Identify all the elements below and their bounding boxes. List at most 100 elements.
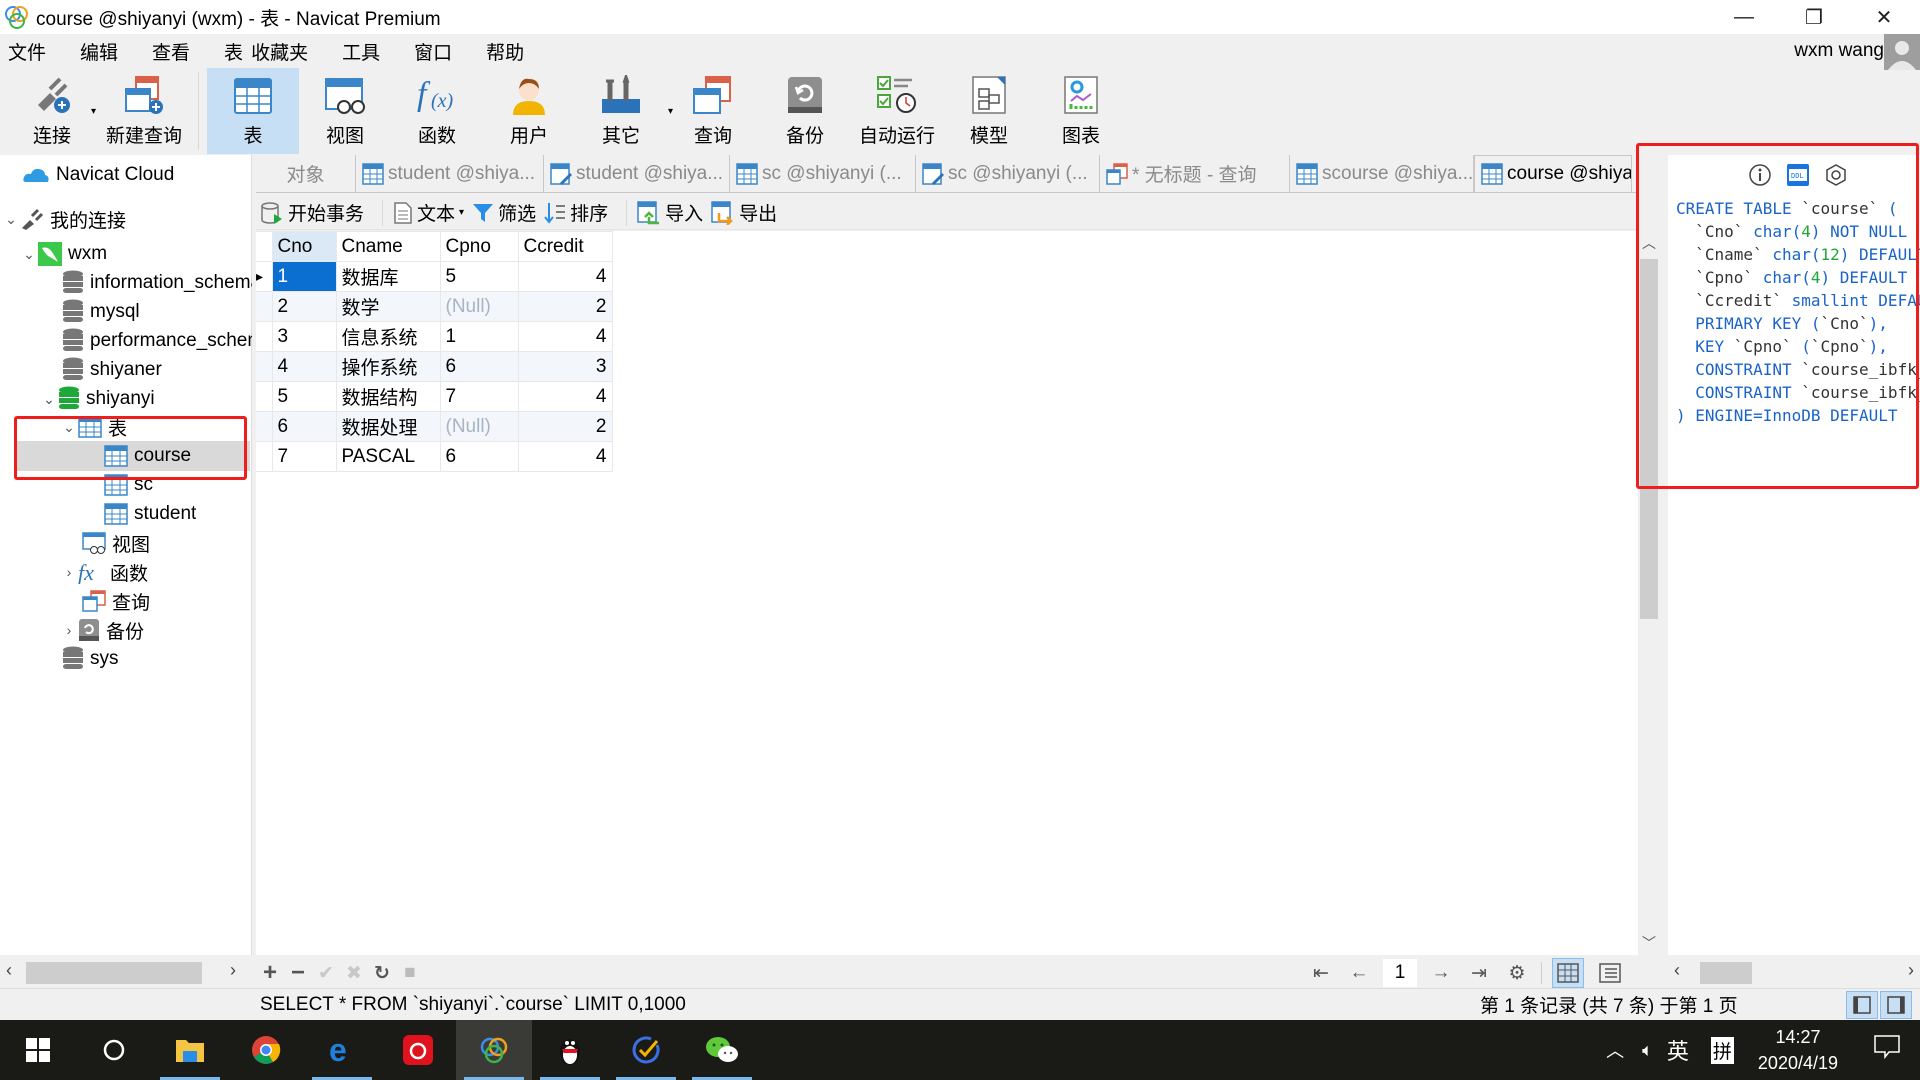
table-row[interactable]: 3 信息系统 1 4 [256,321,613,352]
cell-cpno[interactable]: 6 [439,441,519,472]
taskbar-wechat[interactable] [684,1020,760,1080]
dropdown-arrow-icon[interactable]: ▾ [91,106,96,117]
text-view-button[interactable]: 文本 ▾ [393,199,464,226]
tree-table-student[interactable]: student [104,500,196,528]
current-row-indicator-icon[interactable]: ▸ [256,261,273,292]
tree-functions-folder[interactable]: › fx 函数 [60,558,148,586]
cortana-search-button[interactable] [76,1020,152,1080]
chevron-right-icon[interactable]: › [60,564,78,580]
column-header-ccredit[interactable]: Ccredit [517,231,613,262]
tree-db-performance-schema[interactable]: performance_schema [62,327,252,355]
scroll-right-icon[interactable]: › [230,960,236,981]
cell-cpno[interactable]: 7 [439,381,519,412]
menu-window[interactable]: 窗口 [404,38,462,65]
menu-file[interactable]: 文件 [0,38,56,65]
row-header[interactable] [256,441,273,472]
cell-ccredit[interactable]: 4 [517,321,613,352]
cell-cname[interactable]: 数学 [335,291,441,322]
tree-db-shiyaner[interactable]: shiyaner [62,356,162,384]
tree-my-connections[interactable]: ⌄ 我的连接 [2,205,126,233]
discard-changes-icon[interactable]: ✖ [340,962,368,985]
start-button[interactable] [0,1020,76,1080]
menu-edit[interactable]: 编辑 [70,38,128,65]
begin-transaction-button[interactable]: 开始事务 [260,199,364,226]
sort-button[interactable]: 排序 [544,199,608,226]
clock[interactable]: 14:27 2020/4/19 [1758,1024,1838,1076]
table-row[interactable]: 2 数学 (Null) 2 [256,291,613,322]
menu-view[interactable]: 查看 [142,38,200,65]
tab-objects[interactable]: 对象 [256,155,356,192]
chevron-down-icon[interactable]: ⌄ [20,246,38,263]
restore-button[interactable]: ❐ [1786,0,1842,34]
row-header[interactable] [256,381,273,412]
cell-cno[interactable]: 6 [271,411,337,442]
action-center-icon[interactable] [1874,1035,1900,1065]
tab-sc-table[interactable]: sc @shiyanyi (... [730,155,916,192]
menu-help[interactable]: 帮助 [476,38,534,65]
cell-ccredit[interactable]: 4 [517,381,613,412]
table-row[interactable]: 7 PASCAL 6 4 [256,441,613,472]
cell-ccredit[interactable]: 2 [517,291,613,322]
page-number-field[interactable]: 1 [1383,959,1417,987]
toolbar-model-button[interactable]: 模型 [943,68,1035,154]
refresh-icon[interactable]: ↻ [368,962,396,985]
chevron-right-icon[interactable]: › [60,622,78,638]
toolbar-chart-button[interactable]: 图表 [1035,68,1127,154]
tree-queries-folder[interactable]: 查询 [82,587,150,615]
show-hidden-icons-icon[interactable]: ︿ [1606,1037,1624,1063]
toggle-right-pane-button[interactable] [1880,991,1912,1019]
cell-ccredit[interactable]: 3 [517,351,613,382]
menu-favorites[interactable]: 收藏夹 [247,38,318,65]
cell-cno[interactable]: 2 [271,291,337,322]
toolbar-connection-button[interactable]: 连接 ▾ [6,68,98,154]
taskbar-todo[interactable] [608,1020,684,1080]
toolbar-other-button[interactable]: 其它 ▾ [575,68,673,154]
cell-ccredit[interactable]: 2 [517,411,613,442]
taskbar-edge[interactable]: e [304,1020,380,1080]
menu-tools[interactable]: 工具 [332,38,390,65]
scroll-left-icon[interactable]: ‹ [6,960,12,981]
tree-views-folder[interactable]: 视图 [82,529,150,557]
ddl-horizontal-scrollbar[interactable]: ‹ › [1668,958,1920,988]
cell-ccredit[interactable]: 4 [517,441,613,472]
toggle-left-pane-button[interactable] [1846,991,1878,1019]
table-row[interactable]: 6 数据处理 (Null) 2 [256,411,613,442]
add-record-icon[interactable]: + [256,959,284,987]
scroll-left-icon[interactable]: ‹ [1674,960,1680,981]
cell-ccredit[interactable]: 4 [517,261,613,292]
toolbar-autorun-button[interactable]: 自动运行 [851,68,943,154]
toolbar-new-query-button[interactable]: 新建查询 [98,68,190,154]
row-header[interactable] [256,411,273,442]
tree-db-mysql[interactable]: mysql [62,298,140,326]
column-header-cname[interactable]: Cname [335,231,441,262]
previous-page-icon[interactable]: ← [1345,962,1373,984]
export-button[interactable]: 导出 [711,199,777,226]
table-row[interactable]: ▸ 1 数据库 5 4 [256,261,613,292]
first-page-icon[interactable]: ⇤ [1307,962,1335,985]
taskbar-navicat[interactable] [456,1020,532,1080]
chevron-down-icon[interactable]: ⌄ [40,391,58,408]
user-account[interactable]: wxm wang [1794,34,1884,68]
grid-view-button[interactable] [1552,958,1584,988]
cell-cno[interactable]: 7 [271,441,337,472]
scrollbar-thumb[interactable] [1700,962,1752,984]
dropdown-arrow-icon[interactable]: ▾ [459,207,464,218]
row-header[interactable] [256,321,273,352]
tree-db-shiyanyi[interactable]: ⌄ shiyanyi [40,385,155,413]
tab-sc-design[interactable]: sc @shiyanyi (... [916,155,1100,192]
scroll-down-icon[interactable]: ﹀ [1638,933,1660,953]
cell-cname[interactable]: 操作系统 [335,351,441,382]
volume-icon[interactable]: 🔈︎ [1642,1040,1653,1061]
stop-icon[interactable]: ■ [396,962,424,984]
cell-cpno[interactable]: (Null) [439,411,519,442]
minimize-button[interactable]: — [1716,0,1772,34]
column-header-cpno[interactable]: Cpno [439,231,519,262]
cell-cpno[interactable]: (Null) [439,291,519,322]
delete-record-icon[interactable]: − [284,959,312,987]
taskbar-file-explorer[interactable] [152,1020,228,1080]
toolbar-table-button[interactable]: 表 [207,68,299,154]
tree-backups-folder[interactable]: › 备份 [60,616,144,644]
scroll-right-icon[interactable]: › [1908,960,1914,981]
cell-cpno[interactable]: 1 [439,321,519,352]
cell-cno[interactable]: 1 [271,261,337,292]
